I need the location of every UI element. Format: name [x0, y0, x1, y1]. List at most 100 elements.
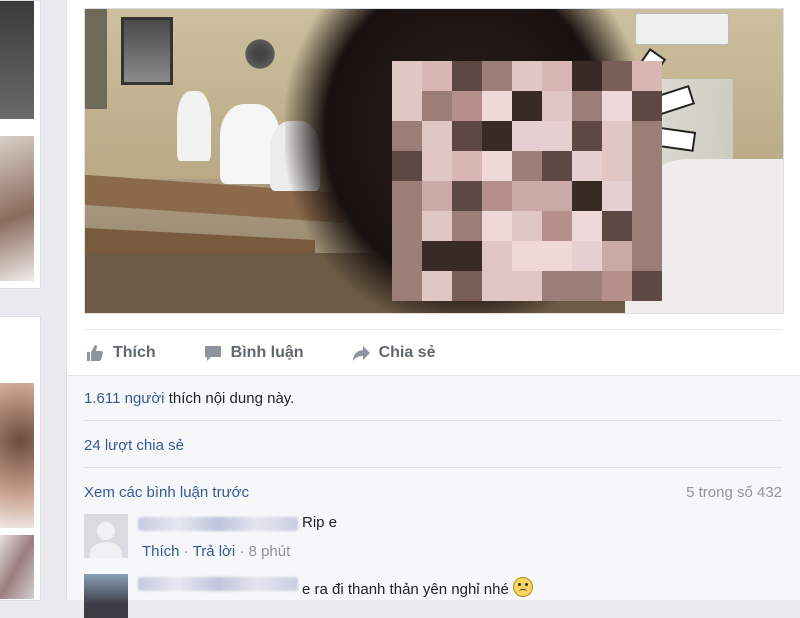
pixel-block [542, 211, 572, 241]
pixel-block [572, 271, 602, 301]
pixel-block [632, 181, 662, 211]
comment-reply-link[interactable]: Trả lời [193, 543, 236, 560]
pixel-block [542, 241, 572, 271]
pixel-block [542, 181, 572, 211]
view-previous-comments-link[interactable]: Xem các bình luận trước [84, 484, 249, 501]
post-summary: 1.611 người thích nội dung này. 24 lượt … [67, 375, 800, 618]
like-people-link[interactable]: người [125, 390, 165, 407]
likes-summary-text: thích nội dung này. [168, 390, 295, 407]
pixel-block [572, 121, 602, 151]
pixel-block [392, 121, 422, 151]
pixelated-face [392, 61, 662, 301]
pixel-block [632, 61, 662, 91]
share-button[interactable]: Chia sẻ [352, 344, 436, 362]
pixel-block [482, 181, 512, 211]
separator-dot: · [183, 543, 189, 560]
pixel-block [452, 271, 482, 301]
pixel-block [572, 241, 602, 271]
comment-like-link[interactable]: Thích [142, 543, 180, 560]
pixel-block [392, 91, 422, 121]
like-count-link[interactable]: 1.611 [84, 390, 120, 407]
pixel-block [392, 241, 422, 271]
post-photo[interactable] [84, 8, 784, 314]
commenter-avatar[interactable] [84, 574, 128, 618]
share-icon [352, 344, 370, 362]
pixel-block [602, 271, 632, 301]
pixel-block [542, 151, 572, 181]
pixel-block [422, 241, 452, 271]
pixel-block [482, 121, 512, 151]
blurred-commenter-name[interactable] [138, 577, 298, 591]
pixel-block [512, 91, 542, 121]
pixel-block [602, 211, 632, 241]
news-feed-post: Thích Bình luận Chia sẻ 1.611 người thíc… [66, 0, 800, 618]
pixel-block [452, 181, 482, 211]
comment-time[interactable]: 8 phút [249, 543, 291, 560]
sidebar-thumbnail[interactable] [0, 136, 34, 281]
photo-air-conditioner [635, 13, 729, 45]
pixel-block [422, 61, 452, 91]
pixel-block [632, 151, 662, 181]
sidebar-thumbnail[interactable] [0, 383, 34, 528]
pixel-block [602, 91, 632, 121]
pixel-block [572, 181, 602, 211]
pixel-block [392, 181, 422, 211]
pixel-block [392, 271, 422, 301]
pixel-block [542, 91, 572, 121]
avatar-body [90, 542, 122, 558]
divider [84, 467, 782, 468]
pixel-block [392, 151, 422, 181]
pixel-block [422, 211, 452, 241]
pixel-block [632, 211, 662, 241]
sidebar-thumbnail[interactable] [0, 1, 34, 119]
pixel-block [452, 211, 482, 241]
photo-board [85, 9, 107, 109]
photo-fan [243, 37, 277, 71]
avatar-head [97, 522, 115, 540]
pixel-block [482, 61, 512, 91]
comment-button[interactable]: Bình luận [204, 344, 304, 362]
pixel-block [482, 151, 512, 181]
pixel-block [422, 271, 452, 301]
pixel-block [482, 271, 512, 301]
pixel-block [512, 61, 542, 91]
blurred-commenter-name[interactable] [138, 517, 298, 531]
like-button[interactable]: Thích [86, 344, 156, 362]
pixel-block [482, 241, 512, 271]
pixel-block [422, 151, 452, 181]
comment-text-content: e ra đi thanh thản yên nghỉ nhé [302, 581, 509, 598]
pixel-block [512, 271, 542, 301]
pixel-block [572, 91, 602, 121]
pixel-block [632, 241, 662, 271]
pixel-block [422, 91, 452, 121]
pixel-block [632, 91, 662, 121]
shares-link[interactable]: 24 lượt chia sẻ [84, 437, 782, 454]
divider [84, 420, 782, 421]
comment-text: e ra đi thanh thản yên nghỉ nhé [302, 574, 533, 598]
pixel-block [542, 271, 572, 301]
left-sidebar-card [0, 316, 41, 601]
pixel-block [572, 211, 602, 241]
pixel-block [512, 211, 542, 241]
left-sidebar-card [0, 0, 41, 289]
comments-header: Xem các bình luận trước 5 trong số 432 [84, 484, 782, 501]
default-avatar-icon[interactable] [84, 514, 128, 558]
share-button-label: Chia sẻ [378, 344, 436, 361]
likes-summary: 1.611 người thích nội dung này. [84, 390, 782, 407]
pixel-block [512, 151, 542, 181]
separator-dot: · [239, 543, 245, 560]
comment-count: 5 trong số 432 [686, 484, 782, 501]
pixel-block [392, 211, 422, 241]
sidebar-thumbnail[interactable] [0, 535, 34, 599]
pixel-block [512, 241, 542, 271]
pixel-block [632, 121, 662, 151]
pixel-block [452, 91, 482, 121]
pixel-block [602, 121, 632, 151]
pixel-block [602, 151, 632, 181]
pixel-block [452, 121, 482, 151]
pixel-block [452, 151, 482, 181]
pixel-block [602, 181, 632, 211]
pixel-block [452, 241, 482, 271]
pixel-block [452, 61, 482, 91]
pixel-block [632, 271, 662, 301]
